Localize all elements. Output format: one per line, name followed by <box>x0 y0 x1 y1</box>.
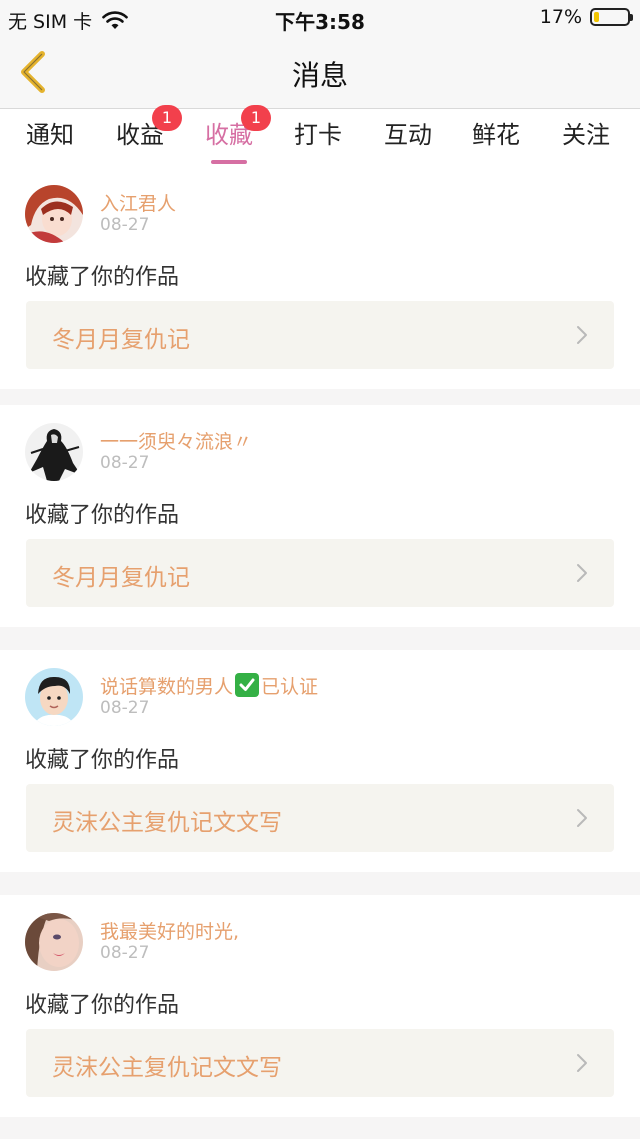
timestamp: 08-27 <box>100 215 150 235</box>
timestamp: 08-27 <box>100 943 150 963</box>
unread-badge: 1 <box>152 105 182 131</box>
username-line[interactable]: 我最美好的时光, <box>100 917 239 944</box>
chevron-right-icon <box>576 325 588 345</box>
username-line[interactable]: 一一须臾々流浪〃 <box>100 427 252 454</box>
work-link[interactable]: 冬月月复仇记 <box>26 301 614 369</box>
avatar[interactable] <box>25 423 83 481</box>
tab-0[interactable]: 通知 <box>26 115 74 150</box>
tab-label: 关注 <box>562 121 610 149</box>
active-tab-indicator <box>211 160 247 164</box>
username: 入江君人 <box>100 193 177 215</box>
action-text: 收藏了你的作品 <box>25 265 180 290</box>
status-bar: 无 SIM 卡 下午3:58 17% <box>0 0 640 36</box>
message-card: 一一须臾々流浪〃 08-27 收藏了你的作品冬月月复仇记 <box>0 405 640 627</box>
work-title: 灵沫公主复仇记文文写 <box>52 810 282 836</box>
chevron-right-icon <box>576 563 588 583</box>
chevron-right-icon <box>576 1053 588 1073</box>
chevron-right-icon <box>576 808 588 828</box>
battery-icon <box>590 8 633 26</box>
username-line[interactable]: 说话算数的男人 已认证 <box>100 672 318 699</box>
avatar[interactable] <box>25 185 83 243</box>
tab-3[interactable]: 打卡 <box>294 115 342 150</box>
work-title: 冬月月复仇记 <box>52 327 190 353</box>
action-text: 收藏了你的作品 <box>25 748 180 773</box>
work-link[interactable]: 冬月月复仇记 <box>26 539 614 607</box>
status-right: 17% <box>539 6 633 28</box>
username: 我最美好的时光, <box>100 921 240 943</box>
work-link[interactable]: 灵沫公主复仇记文文写 <box>26 784 614 852</box>
work-title: 灵沫公主复仇记文文写 <box>52 1055 282 1081</box>
timestamp: 08-27 <box>100 453 150 473</box>
tab-6[interactable]: 关注 <box>562 115 610 150</box>
timestamp: 08-27 <box>100 698 150 718</box>
tab-1[interactable]: 收益 1 <box>116 105 182 150</box>
username: 说话算数的男人 <box>100 676 234 698</box>
tab-label: 打卡 <box>294 121 342 149</box>
avatar[interactable] <box>25 668 83 726</box>
tab-label: 鲜花 <box>472 121 520 149</box>
messages-screen: 无 SIM 卡 下午3:58 17% 消息 通知 收益 1 收藏 1 打卡 互动… <box>0 0 640 1139</box>
tab-2[interactable]: 收藏 1 <box>205 105 271 164</box>
tab-5[interactable]: 鲜花 <box>472 115 520 150</box>
action-text: 收藏了你的作品 <box>25 993 180 1018</box>
check-mark-icon <box>235 673 260 697</box>
username: 一一须臾々流浪〃 <box>100 431 253 453</box>
message-card: 我最美好的时光, 08-27 收藏了你的作品灵沫公主复仇记文文写 <box>0 895 640 1117</box>
username-line[interactable]: 入江君人 <box>100 189 176 216</box>
work-title: 冬月月复仇记 <box>52 565 190 591</box>
tab-bar: 通知 收益 1 收藏 1 打卡 互动 鲜花 关注 <box>0 105 640 167</box>
message-card: 说话算数的男人 已认证 08-27 收藏了你的作品灵沫公主复仇记文文写 <box>0 650 640 872</box>
action-text: 收藏了你的作品 <box>25 503 180 528</box>
battery-level-fill <box>594 12 599 22</box>
message-card: 入江君人 08-27 收藏了你的作品冬月月复仇记 <box>0 167 640 389</box>
tab-label: 通知 <box>26 121 74 149</box>
avatar[interactable] <box>25 913 83 971</box>
battery-percent: 17% <box>539 6 582 28</box>
tab-label: 互动 <box>384 121 432 149</box>
work-link[interactable]: 灵沫公主复仇记文文写 <box>26 1029 614 1097</box>
unread-badge: 1 <box>241 105 271 131</box>
page-title: 消息 <box>291 59 348 92</box>
verified-label: 已认证 <box>261 676 319 698</box>
nav-bar: 消息 <box>0 36 640 109</box>
tab-4[interactable]: 互动 <box>384 115 432 150</box>
